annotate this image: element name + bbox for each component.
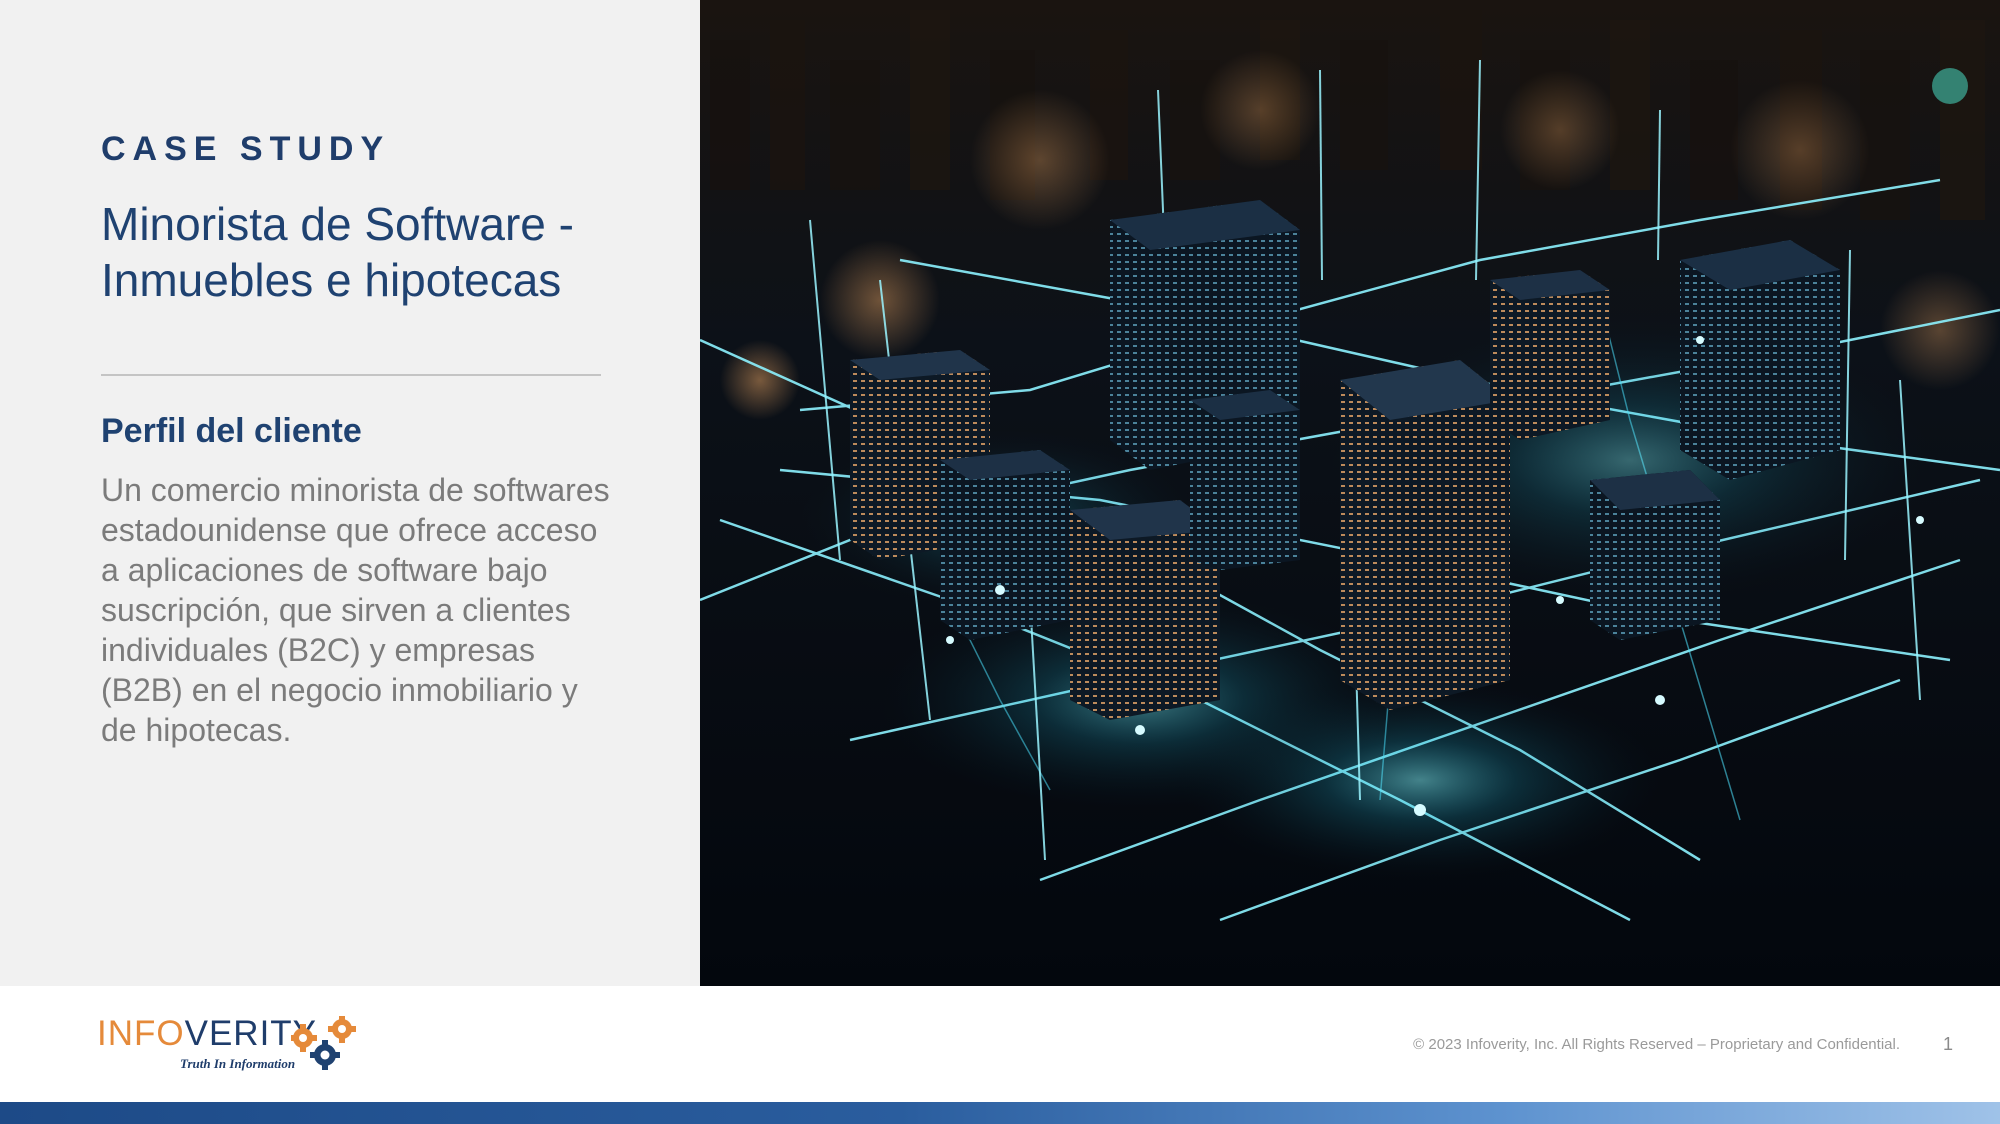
left-panel: CASE STUDY Minorista de Software - Inmue… [0,0,700,986]
gears-icon [291,1016,356,1070]
logo-tagline: Truth In Information [180,1056,296,1071]
section-heading: Perfil del cliente [101,412,362,450]
logo-wordmark: INFOVERITY [97,1014,317,1054]
infoverity-logo: INFOVERITY Truth In Information [97,1014,377,1074]
logo-wordmark-info: INFO [97,1014,185,1053]
client-profile-text: Un comercio minorista de softwares estad… [101,472,610,748]
copyright-notice: © 2023 Infoverity, Inc. All Rights Reser… [1413,1036,1900,1053]
eyebrow-label: CASE STUDY [101,130,391,168]
slide-title: Minorista de Software - Inmuebles e hipo… [101,198,574,306]
bottom-accent-bar [0,1102,2000,1124]
hero-image [700,0,2000,986]
divider [101,374,601,376]
page-number: 1 [1943,1034,1954,1054]
